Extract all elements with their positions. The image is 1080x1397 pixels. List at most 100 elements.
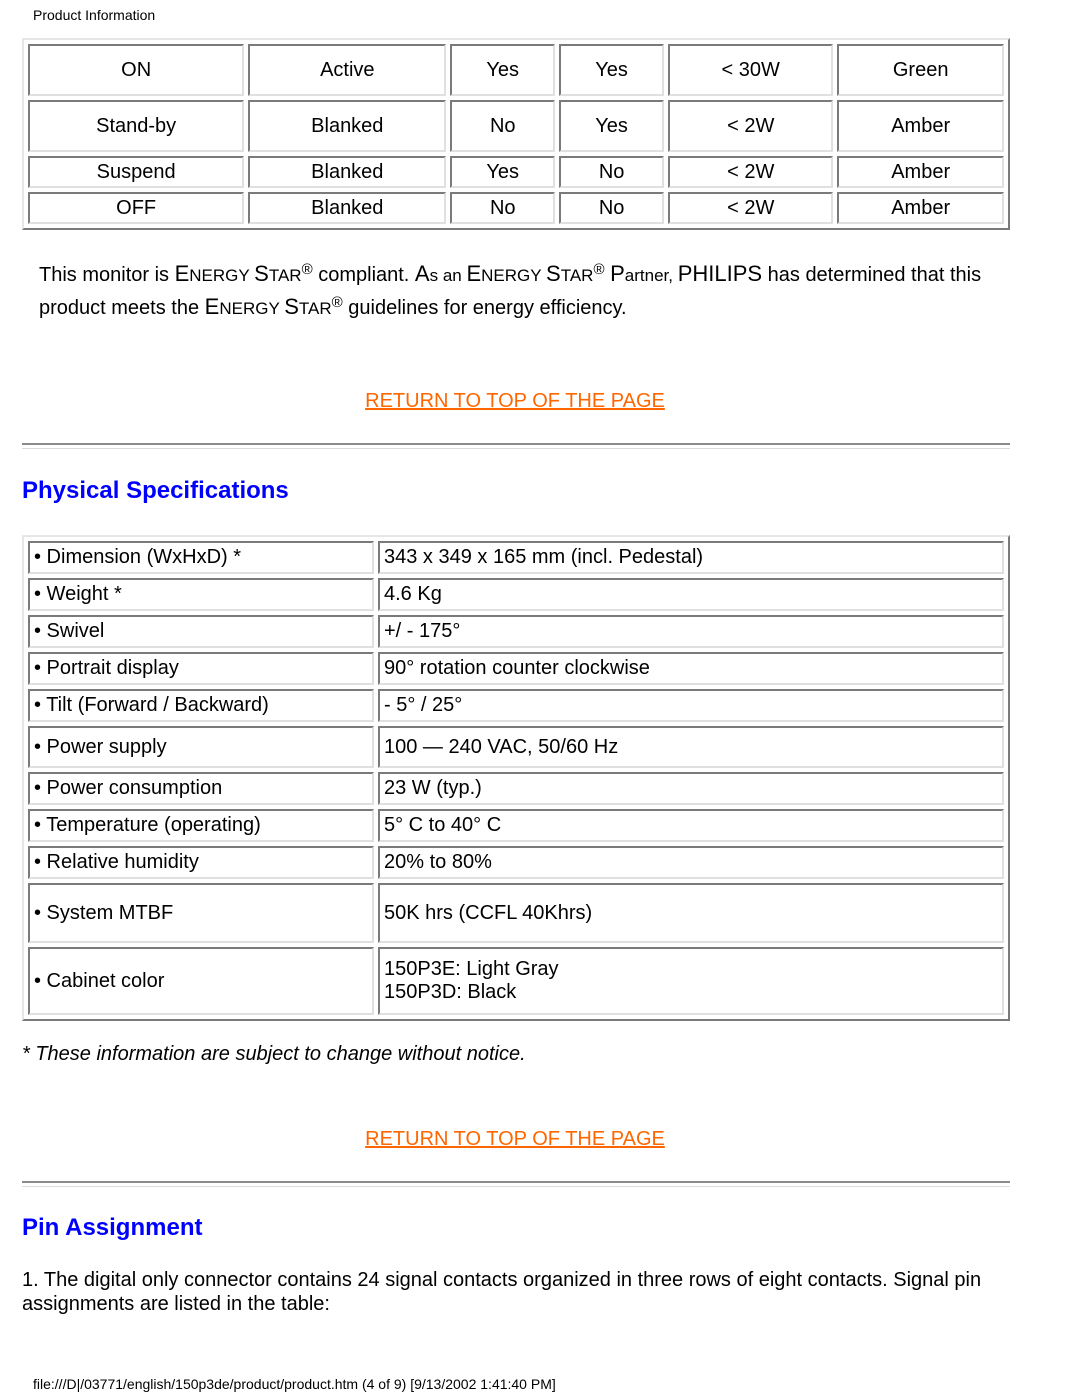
energy-star-statement: This monitor is ENERGY STAR® compliant. … <box>39 258 999 324</box>
table-row: ON Active Yes Yes < 30W Green <box>28 44 1004 96</box>
text-run: E <box>174 261 190 286</box>
table-row: • Cabinet color 150P3E: Light Gray 150P3… <box>28 947 1004 1015</box>
table-cell: Yes <box>450 44 556 96</box>
table-cell: < 30W <box>668 44 834 96</box>
footer-file-path: file:///D|/03771/english/150p3de/product… <box>33 1376 556 1392</box>
text-run: S <box>284 294 299 319</box>
spec-label: • Temperature (operating) <box>28 809 374 842</box>
table-cell: Yes <box>559 100 665 152</box>
spec-value: +/ - 175° <box>378 615 1004 648</box>
energy-star-mark: ENERGY STAR <box>175 261 302 286</box>
text-run: E <box>466 261 482 286</box>
spec-value: - 5° / 25° <box>378 689 1004 722</box>
text-run: guidelines for energy efficiency. <box>342 297 627 319</box>
text-run: NERGY <box>189 266 255 285</box>
text-run: NERGY <box>481 266 547 285</box>
spec-value-line: 150P3D: Black <box>384 981 517 1003</box>
table-row: Suspend Blanked Yes No < 2W Amber <box>28 156 1004 188</box>
table-cell: No <box>559 192 665 224</box>
spec-label: • System MTBF <box>28 883 374 943</box>
table-row: • Power supply 100 — 240 VAC, 50/60 Hz <box>28 726 1004 768</box>
table-cell: Yes <box>450 156 556 188</box>
text-run: compliant. <box>312 264 415 286</box>
registered-mark: ® <box>331 294 343 311</box>
text-run: NERGY <box>219 299 285 318</box>
table-cell: Blanked <box>248 100 447 152</box>
table-cell: ON <box>28 44 245 96</box>
spec-label: • Power consumption <box>28 772 374 805</box>
table-cell: Yes <box>559 44 665 96</box>
spec-label: • Tilt (Forward / Backward) <box>28 689 374 722</box>
registered-mark: ® <box>301 261 313 278</box>
table-row: • Relative humidity 20% to 80% <box>28 846 1004 879</box>
table-cell: No <box>559 156 665 188</box>
text-run: A <box>414 261 430 286</box>
table-cell: < 2W <box>668 192 834 224</box>
physical-specifications-table: • Dimension (WxHxD) * 343 x 349 x 165 mm… <box>22 535 1010 1021</box>
text-run: artner, <box>624 266 678 285</box>
spec-value-line: 150P3E: Light Gray <box>384 958 559 980</box>
table-cell: Amber <box>837 192 1004 224</box>
spec-value: 23 W (typ.) <box>378 772 1004 805</box>
disclaimer-note: * These information are subject to chang… <box>22 1043 526 1065</box>
energy-star-mark: ENERGY STAR <box>205 294 332 319</box>
spec-value: 100 — 240 VAC, 50/60 Hz <box>378 726 1004 768</box>
table-cell: Active <box>248 44 447 96</box>
table-cell: Green <box>837 44 1004 96</box>
table-row: • Weight * 4.6 Kg <box>28 578 1004 611</box>
table-cell: < 2W <box>668 100 834 152</box>
spec-value: 20% to 80% <box>378 846 1004 879</box>
table-cell: Suspend <box>28 156 245 188</box>
table-row: Stand-by Blanked No Yes < 2W Amber <box>28 100 1004 152</box>
table-row: • Swivel +/ - 175° <box>28 615 1004 648</box>
table-row: OFF Blanked No No < 2W Amber <box>28 192 1004 224</box>
table-cell: Blanked <box>248 192 447 224</box>
table-cell: Amber <box>837 156 1004 188</box>
text-run: This monitor is <box>39 264 175 286</box>
table-row: • Portrait display 90° rotation counter … <box>28 652 1004 685</box>
text-run: P <box>610 261 625 286</box>
spec-value: 5° C to 40° C <box>378 809 1004 842</box>
brand-name: PHILIPS <box>677 261 763 286</box>
spec-label: • Weight * <box>28 578 374 611</box>
spec-value: 4.6 Kg <box>378 578 1004 611</box>
table-cell: Blanked <box>248 156 447 188</box>
spec-value: 343 x 349 x 165 mm (incl. Pedestal) <box>378 541 1004 574</box>
text-run: TAR <box>268 266 302 285</box>
spec-value: 150P3E: Light Gray 150P3D: Black <box>378 947 1004 1015</box>
text-run: TAR <box>298 299 332 318</box>
pin-assignment-heading: Pin Assignment <box>22 1214 203 1241</box>
pin-assignment-text: 1. The digital only connector contains 2… <box>22 1269 982 1315</box>
registered-mark: ® <box>593 261 605 278</box>
text-run: S <box>254 261 269 286</box>
text-run: Partner, <box>610 261 678 286</box>
table-cell: OFF <box>28 192 245 224</box>
table-row: • Tilt (Forward / Backward) - 5° / 25° <box>28 689 1004 722</box>
energy-star-mark: ENERGY STAR <box>466 261 593 286</box>
power-management-table: ON Active Yes Yes < 30W Green Stand-by B… <box>22 38 1010 230</box>
table-row: • System MTBF 50K hrs (CCFL 40Khrs) <box>28 883 1004 943</box>
table-row: • Temperature (operating) 5° C to 40° C <box>28 809 1004 842</box>
spec-label: • Relative humidity <box>28 846 374 879</box>
spec-value: 90° rotation counter clockwise <box>378 652 1004 685</box>
spec-label: • Cabinet color <box>28 947 374 1015</box>
return-to-top-link[interactable]: RETURN TO TOP OF THE PAGE <box>0 390 1030 413</box>
physical-specifications-heading: Physical Specifications <box>22 477 289 504</box>
text-run: S <box>546 261 561 286</box>
text-run: As an <box>415 261 467 286</box>
text-run: E <box>204 294 220 319</box>
horizontal-divider <box>22 1181 1010 1187</box>
table-row: • Dimension (WxHxD) * 343 x 349 x 165 mm… <box>28 541 1004 574</box>
table-cell: No <box>450 192 556 224</box>
table-cell: < 2W <box>668 156 834 188</box>
text-run: s an <box>429 266 467 285</box>
table-cell: Amber <box>837 100 1004 152</box>
spec-label: • Power supply <box>28 726 374 768</box>
return-to-top-link[interactable]: RETURN TO TOP OF THE PAGE <box>0 1128 1030 1151</box>
spec-label: • Dimension (WxHxD) * <box>28 541 374 574</box>
text-run: TAR <box>560 266 594 285</box>
table-cell: Stand-by <box>28 100 245 152</box>
horizontal-divider <box>22 443 1010 449</box>
spec-value: 50K hrs (CCFL 40Khrs) <box>378 883 1004 943</box>
table-row: • Power consumption 23 W (typ.) <box>28 772 1004 805</box>
